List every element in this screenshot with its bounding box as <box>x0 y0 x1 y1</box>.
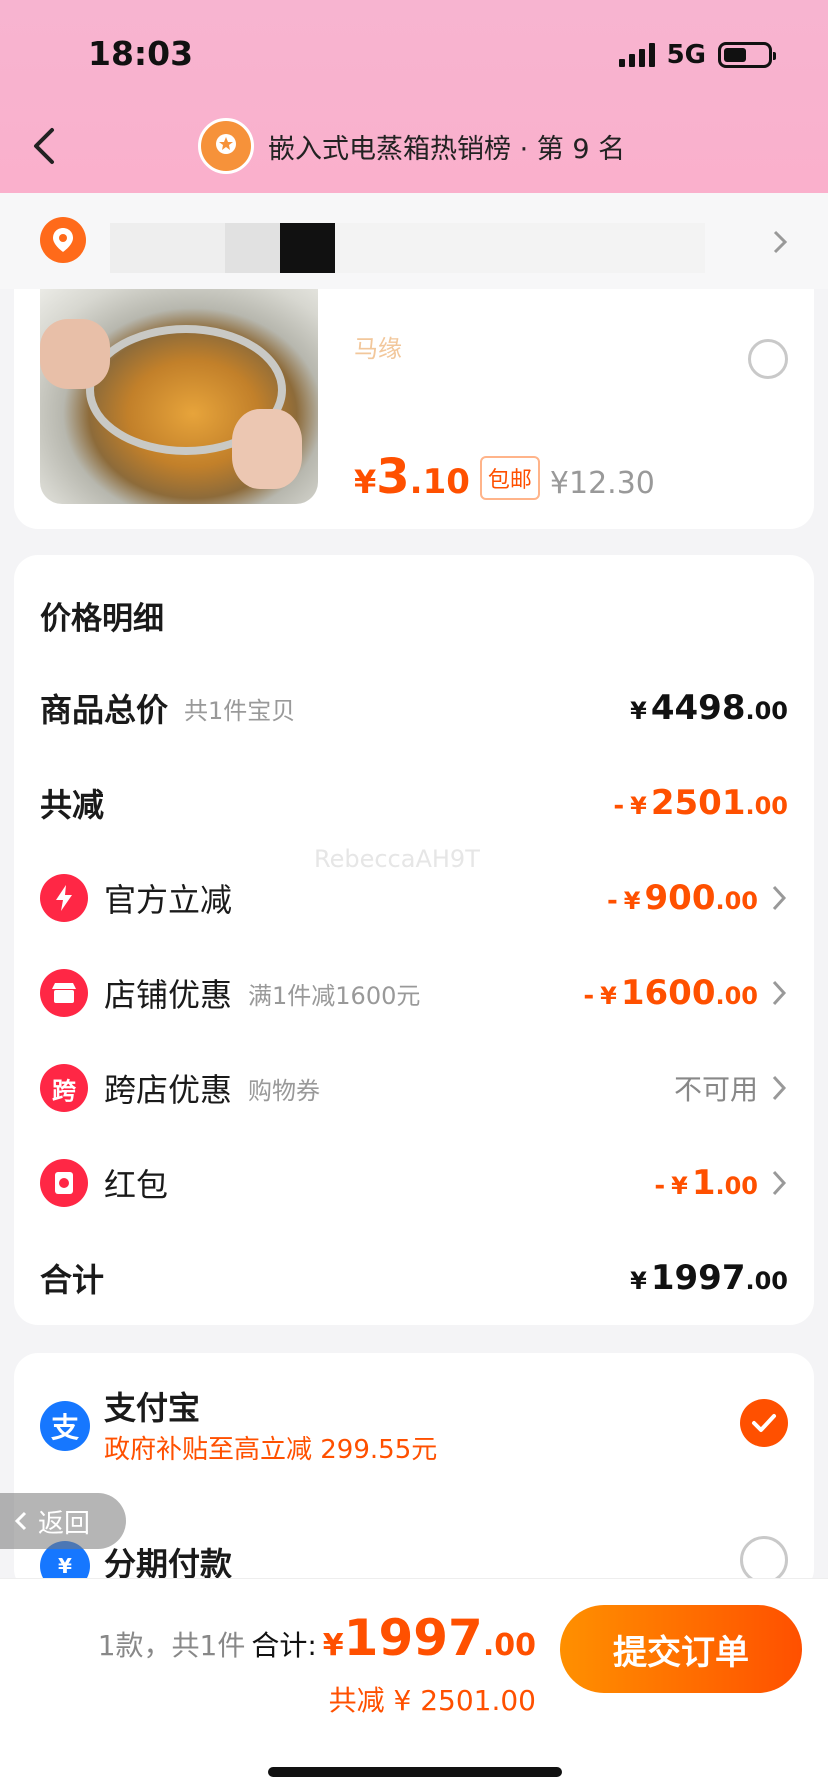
cross-store-value: 不可用 <box>673 1073 758 1106</box>
address-redacted <box>335 223 705 273</box>
price-detail-card: 价格明细 RebeccaAH9T 商品总价 共1件宝贝 ¥4498.00 共减 … <box>14 555 814 1325</box>
row-subtotal: 商品总价 共1件宝贝 ¥4498.00 <box>40 688 788 729</box>
checkout-summary: 1款，共1件 合计: ¥1997.00 <box>98 1609 536 1667</box>
row-cross-store-discount[interactable]: 跨 跨店优惠 购物券 不可用 <box>40 1063 788 1113</box>
chevron-left-icon <box>14 1511 27 1531</box>
product-shop-name: 马缘 <box>354 335 402 363</box>
battery-icon <box>718 42 776 68</box>
alipay-name[interactable]: 支付宝 <box>104 1383 200 1429</box>
back-arrow-icon[interactable] <box>30 126 60 166</box>
location-pin-icon <box>40 217 86 263</box>
product-price: ¥3.10 <box>354 449 470 505</box>
cross-store-icon: 跨 <box>40 1064 88 1112</box>
medal-icon <box>198 118 254 174</box>
row-official-discount[interactable]: 官方立减 - ¥900.00 <box>40 873 788 923</box>
home-indicator <box>268 1767 562 1777</box>
payment-card: 支 支付宝 政府补贴至高立减 299.55元 ¥ 分期付款 <box>14 1353 814 1593</box>
chevron-right-icon <box>772 980 787 1006</box>
subtotal-value: ¥4498.00 <box>630 688 788 728</box>
chevron-right-icon <box>772 1170 787 1196</box>
product-card[interactable]: 马缘 ¥3.10 包邮 ¥12.30 <box>14 289 814 529</box>
chevron-right-icon <box>773 230 788 254</box>
floating-back-button[interactable]: 返回 <box>0 1493 126 1549</box>
address-redacted <box>225 223 280 273</box>
checkout-bar: 1款，共1件 合计: ¥1997.00 共减 ¥ 2501.00 提交订单 <box>0 1578 828 1792</box>
rank-banner[interactable]: 嵌入式电蒸箱热销榜 · 第 9 名 <box>198 118 625 174</box>
price-detail-title: 价格明细 <box>40 601 164 637</box>
status-time: 18:03 <box>88 34 194 73</box>
top-header: 18:03 5G 嵌入式电蒸箱热销榜 · 第 9 名 <box>0 0 828 193</box>
free-shipping-tag: 包邮 <box>479 456 540 500</box>
shop-discount-value: - ¥1600.00 <box>583 973 758 1013</box>
row-total-discount: 共减 - ¥2501.00 <box>40 783 788 824</box>
installment-radio[interactable] <box>740 1536 788 1584</box>
alipay-icon: 支 <box>40 1401 90 1451</box>
total-label: 合计: <box>251 1629 317 1662</box>
red-packet-value: - ¥1.00 <box>654 1163 758 1203</box>
signal-icon <box>618 43 655 67</box>
item-count: 1款，共1件 <box>97 1629 246 1662</box>
row-shop-discount[interactable]: 店铺优惠 满1件减1600元 - ¥1600.00 <box>40 968 788 1018</box>
address-bar[interactable] <box>0 193 828 289</box>
shop-icon <box>40 969 88 1017</box>
product-image <box>40 289 318 504</box>
row-red-packet[interactable]: 红包 - ¥1.00 <box>40 1158 788 1208</box>
red-packet-icon <box>40 1159 88 1207</box>
watermark: RebeccaAH9T <box>314 845 480 873</box>
total-value: ¥1997.00 <box>630 1258 788 1298</box>
total-discount-value: - ¥2501.00 <box>613 783 788 823</box>
row-total: 合计 ¥1997.00 <box>40 1258 788 1299</box>
official-discount-value: - ¥900.00 <box>607 878 758 918</box>
network-label: 5G <box>666 40 706 70</box>
original-price: ¥12.30 <box>549 466 655 501</box>
alipay-selected-radio[interactable] <box>740 1399 788 1447</box>
lightning-icon <box>40 874 88 922</box>
checkout-discount: 共减 ¥ 2501.00 <box>328 1684 536 1717</box>
product-select-radio[interactable] <box>748 339 788 379</box>
chevron-right-icon <box>772 885 787 911</box>
chevron-right-icon <box>772 1075 787 1101</box>
checkout-total: ¥1997.00 <box>322 1609 536 1667</box>
address-redacted <box>280 223 335 273</box>
rank-title: 嵌入式电蒸箱热销榜 · 第 9 名 <box>268 133 626 165</box>
status-icons: 5G <box>618 40 776 70</box>
product-price-row: ¥3.10 包邮 ¥12.30 <box>354 449 655 506</box>
alipay-subsidy: 政府补贴至高立减 299.55元 <box>104 1435 438 1465</box>
submit-order-button[interactable]: 提交订单 <box>560 1605 802 1693</box>
